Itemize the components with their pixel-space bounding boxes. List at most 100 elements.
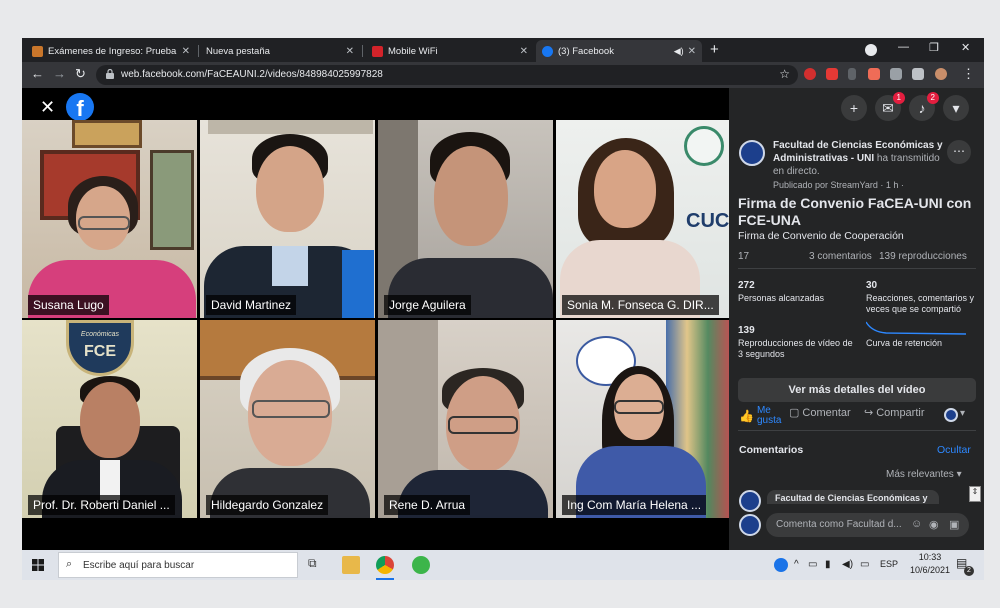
messenger-badge: 1	[892, 92, 905, 104]
hide-comments-link[interactable]: Ocultar	[937, 444, 971, 456]
comment-author[interactable]: Facultad de Ciencias Económicas y	[775, 493, 928, 503]
comment-author-avatar[interactable]	[739, 490, 761, 512]
post-panel: + ✉ 1 ♪ 2 ▾ Facultad de Ciencias Económi…	[729, 88, 984, 550]
clock[interactable]: 10:33 10/6/2021	[910, 552, 950, 575]
profile-avatar[interactable]	[935, 68, 947, 80]
back-icon[interactable]: ←	[31, 66, 44, 81]
scroll-arrow-icon[interactable]: ⇕	[969, 486, 981, 502]
taskbar-search[interactable]: ⌕ Escribe aquí para buscar	[58, 552, 298, 578]
institution-seal	[684, 126, 724, 166]
network-icon[interactable]: ▭	[808, 559, 817, 570]
windows-start-icon[interactable]	[32, 559, 44, 571]
address-bar[interactable]: web.facebook.com/FaCEAUNI.2/videos/84898…	[96, 65, 798, 85]
reload-icon[interactable]: ↻	[75, 66, 86, 82]
video-title: Firma de Convenio FaCEA-UNI con FCE-UNA	[738, 195, 972, 228]
video-player[interactable]: ✕ f Susana Lugo David Martinez Jorge Agu…	[22, 88, 729, 550]
comment-input[interactable]: Comenta como Facultad d... ☺ ◉ ▣	[766, 513, 969, 537]
participant-name: Sonia M. Fonseca G. DIR...	[562, 295, 719, 315]
tab-examenes[interactable]: Exámenes de Ingreso: Prueba de ✕	[26, 40, 196, 62]
tab-facebook[interactable]: (3) Facebook ◀) ✕	[536, 40, 702, 62]
caret-down-icon[interactable]: ▾	[960, 408, 965, 419]
tray-overflow-icon[interactable]: ^	[794, 559, 799, 570]
comments-count[interactable]: 3 comentarios	[809, 251, 872, 262]
extension-arrow-icon[interactable]	[868, 68, 880, 80]
close-tab-icon[interactable]: ✕	[182, 46, 190, 57]
sort-comments-dropdown[interactable]: Más relevantes ▾	[886, 469, 962, 480]
file-explorer-icon[interactable]	[342, 556, 360, 574]
minimize-icon[interactable]: —	[898, 41, 909, 53]
close-tab-icon[interactable]: ✕	[346, 46, 354, 57]
participant-tile: Jorge Aguilera	[378, 120, 553, 318]
task-view-icon[interactable]: ⧉	[308, 556, 326, 574]
cuc-sign: CUC	[686, 210, 729, 232]
monitor-icon[interactable]: ▭	[860, 559, 869, 570]
account-menu-button[interactable]: ▾	[943, 95, 969, 121]
stat-label: Curva de retención	[866, 338, 943, 348]
search-icon: ⌕	[66, 558, 73, 570]
views-count: 139 reproducciones	[879, 251, 967, 262]
bookmark-star-icon[interactable]: ☆	[779, 67, 790, 81]
comment-button[interactable]: ▢ Comentar	[789, 406, 851, 420]
url-text: web.facebook.com/FaCEAUNI.2/videos/84898…	[121, 69, 383, 80]
tab-nueva-pestana[interactable]: Nueva pestaña ✕	[200, 40, 360, 62]
caret-down-icon: ▾	[956, 469, 962, 480]
post-options-button[interactable]: ⋯	[947, 140, 971, 164]
emoji-icon[interactable]: ☺	[911, 518, 922, 530]
close-tab-icon[interactable]: ✕	[688, 46, 696, 57]
chrome-menu-icon[interactable]: ⋮	[962, 66, 975, 82]
notifications-button[interactable]: ♪ 2	[909, 92, 939, 121]
page-avatar[interactable]	[739, 140, 765, 166]
language-indicator[interactable]: ESP	[880, 559, 898, 569]
extension-red-icon[interactable]	[804, 68, 816, 80]
close-window-icon[interactable]: ✕	[961, 41, 970, 54]
stat-value: 30	[866, 280, 878, 291]
close-tab-icon[interactable]: ✕	[520, 46, 528, 57]
create-button[interactable]: +	[841, 95, 867, 121]
tab-mobile-wifi[interactable]: Mobile WiFi ✕	[366, 40, 534, 62]
messenger-icon: ✉	[882, 100, 894, 116]
chrome-icon[interactable]	[376, 556, 394, 574]
reactions-count[interactable]: 17	[738, 251, 749, 262]
restore-icon[interactable]: ❐	[929, 41, 939, 54]
close-video-icon[interactable]: ✕	[40, 97, 55, 118]
comments-heading: Comentarios	[739, 444, 804, 456]
participant-name: Susana Lugo	[28, 295, 109, 315]
facebook-logo-icon[interactable]: f	[66, 93, 94, 121]
video-subtitle: Firma de Convenio de Cooperación	[738, 230, 904, 242]
participant-tile: Hildegardo Gonzalez	[200, 320, 375, 518]
participant-tile: Ing Com María Helena ...	[556, 320, 729, 518]
extensions-puzzle-icon[interactable]	[890, 68, 902, 80]
messenger-button[interactable]: ✉ 1	[875, 92, 905, 121]
like-button[interactable]: 👍 Me gusta	[739, 406, 787, 426]
extension-pin-icon[interactable]	[848, 68, 856, 80]
comment-bubble: Facultad de Ciencias Económicas y	[767, 490, 939, 504]
media-control-icon[interactable]	[865, 44, 877, 56]
participant-tile: Susana Lugo	[22, 120, 197, 318]
share-button[interactable]: ↪ Compartir	[864, 406, 925, 420]
participant-name: Jorge Aguilera	[384, 295, 471, 315]
active-app-indicator	[376, 578, 394, 580]
thumbs-up-icon: 👍	[739, 409, 754, 423]
volume-icon[interactable]: ◀)	[842, 559, 853, 570]
camera-icon[interactable]: ◉	[929, 518, 939, 531]
share-as-avatar[interactable]	[944, 408, 958, 422]
new-tab-button[interactable]: +	[710, 41, 719, 58]
sticker-icon[interactable]: ▣	[949, 518, 959, 531]
bell-icon: ♪	[918, 100, 926, 116]
forward-icon[interactable]: →	[53, 66, 66, 81]
speaker-icon[interactable]: ◀)	[674, 46, 684, 57]
adblock-icon[interactable]	[826, 68, 838, 80]
notification-count-badge: 2	[964, 566, 974, 576]
windows-taskbar: ⌕ Escribe aquí para buscar ⧉ ^ ▭ ▮ ◀) ▭ …	[22, 550, 984, 580]
reading-list-icon[interactable]	[912, 68, 924, 80]
battery-icon[interactable]: ▮	[825, 559, 831, 570]
comment-placeholder: Comenta como Facultad d...	[776, 519, 902, 530]
participant-name: Ing Com María Helena ...	[562, 495, 707, 515]
help-icon[interactable]	[774, 558, 788, 572]
video-details-button[interactable]: Ver más detalles del vídeo	[738, 378, 976, 402]
facebook-favicon-icon	[542, 45, 553, 57]
huawei-favicon-icon	[372, 45, 383, 57]
glasses	[448, 416, 518, 434]
whatsapp-icon[interactable]	[412, 556, 430, 574]
participant-grid: Susana Lugo David Martinez Jorge Aguiler…	[22, 120, 729, 518]
